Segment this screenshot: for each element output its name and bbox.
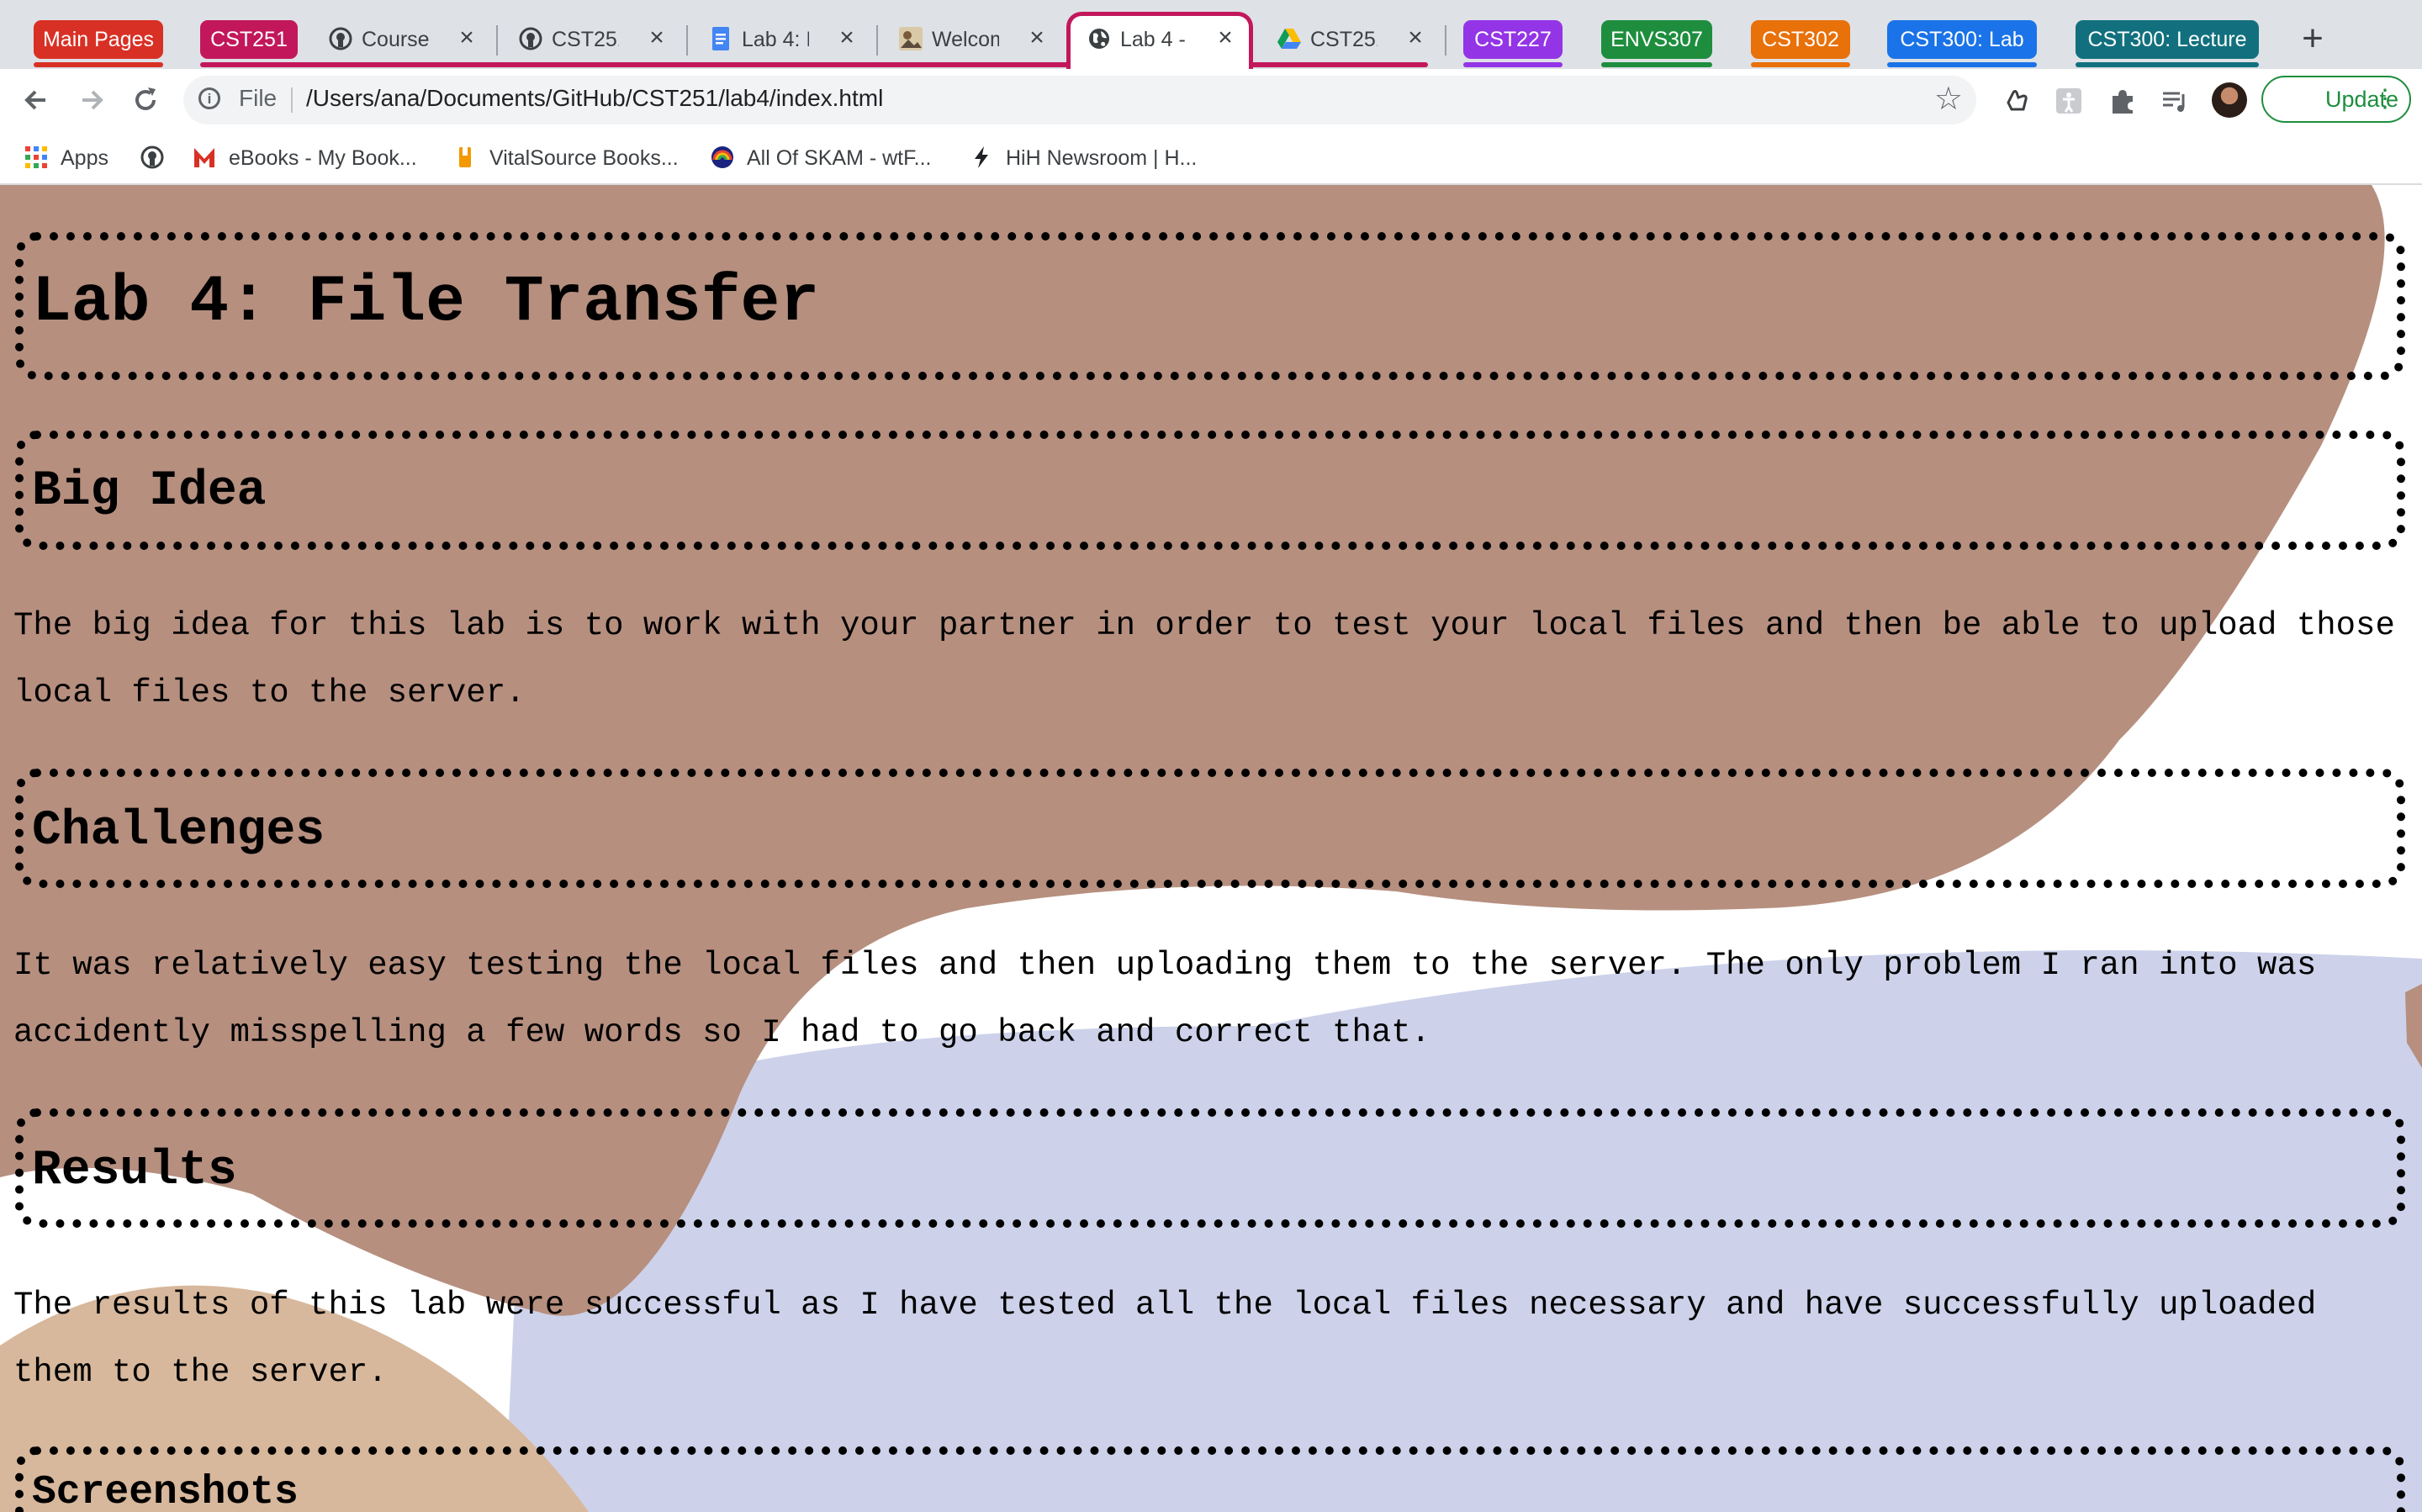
section-body-big-idea: The big idea for this lab is to work wit… [13,607,2395,711]
profile-avatar[interactable] [2212,82,2247,118]
bookmark-skam[interactable]: All Of SKAM - wtF... [710,143,931,173]
reload-button[interactable] [124,79,167,121]
apps-grid-icon [25,146,47,169]
tab-group-underline [1887,62,2037,67]
bookmark-label: VitalSource Books... [489,146,679,170]
tab-group-cst300-lab[interactable]: CST300: Lab [1887,20,2037,59]
globe-icon [1089,29,1109,49]
omnibox-divider [291,87,293,113]
forward-button[interactable] [71,79,113,121]
section-heading-screenshots: Screenshots [32,1470,299,1512]
tab-group-cst227[interactable]: CST227 [1463,20,1563,59]
forward-arrow-icon [82,90,103,110]
github-icon [140,145,164,169]
tab-group-underline [1601,62,1712,67]
bookmark-vitalsource[interactable]: VitalSource Books... [452,143,679,173]
tab-title: Lab 4: Fi [742,28,809,51]
image-favicon-icon [899,27,923,50]
bookmark-label: Apps [61,146,108,170]
tab-group-underline [34,62,163,67]
tab-title: CST251 [1310,28,1378,51]
tab-cst251-github[interactable]: CST251- × [498,12,685,69]
github-icon [519,27,542,50]
new-tab-button[interactable]: + [2292,19,2333,59]
tab-group-underline [1463,62,1563,67]
close-icon[interactable]: × [1401,24,1430,52]
section-heading-challenges: Challenges [32,804,325,859]
docs-icon [712,27,729,50]
tab-strip: Main Pages CST251 Course: C × CST251- × … [0,0,2422,71]
tab-group-underline [1751,62,1850,67]
github-icon [329,27,352,50]
tab-group-underline [2076,62,2259,67]
section-heading-box: Big Idea [15,431,2405,550]
bookmark-hih-newsroom[interactable]: HiH Newsroom | H... [969,143,1197,173]
bolt-icon [975,146,988,169]
reload-icon [135,87,156,110]
back-button[interactable] [15,79,57,121]
close-icon[interactable]: × [833,24,861,52]
close-icon[interactable]: × [1211,24,1240,52]
section-body-challenges: It was relatively easy testing the local… [13,947,2317,1051]
m-logo-icon [193,145,216,170]
back-arrow-icon [24,90,45,110]
extensions-puzzle-icon[interactable] [2107,86,2138,116]
drive-icon [1277,29,1301,49]
section-heading-box: Challenges [15,769,2405,888]
section-heading-box: Results [15,1108,2405,1228]
media-queue-icon[interactable] [2160,86,2190,116]
update-button[interactable]: Update ⋮ [2261,76,2411,123]
bookmarks-bar: Apps eBooks - My Book... VitalSource Boo… [0,131,2422,185]
tab-group-envs307[interactable]: ENVS307 [1601,20,1712,59]
more-menu-icon[interactable]: ⋮ [2372,77,2398,121]
bookmark-github[interactable] [140,143,177,173]
bookmark-icon [459,147,471,168]
info-icon[interactable]: i [198,87,220,109]
tab-title: CST251- [552,28,619,51]
url-text[interactable]: /Users/ana/Documents/GitHub/CST251/lab4/… [306,85,883,112]
page-viewport[interactable]: Lab 4: File Transfer Big Idea The big id… [0,185,2422,1512]
page-title: Lab 4: File Transfer [32,266,820,340]
section-heading-box: Screenshots [15,1446,2405,1512]
tab-group-cst302[interactable]: CST302 [1751,20,1850,59]
address-bar[interactable]: i File /Users/ana/Documents/GitHub/CST25… [183,76,1976,124]
scheme-label: File [239,85,278,111]
bookmark-label: eBooks - My Book... [229,146,417,170]
bookmark-star-icon[interactable]: ☆ [1934,82,1963,116]
tab-group-cst251[interactable]: CST251 [200,20,298,59]
tab-lab4-active[interactable]: Lab 4 - F × [1066,12,1253,71]
tab-course[interactable]: Course: C × [308,12,494,69]
tab-welcome[interactable]: Welcome × [878,12,1065,69]
browser-toolbar: i File /Users/ana/Documents/GitHub/CST25… [0,69,2422,131]
tab-lab4-doc[interactable]: Lab 4: Fi × [688,12,875,69]
section-body-results: The results of this lab were successful … [13,1287,2317,1391]
close-icon[interactable]: × [1023,24,1051,52]
tab-title: Lab 4 - F [1120,28,1187,51]
extension-hand-icon[interactable] [2002,86,2032,116]
tab-group-main-pages[interactable]: Main Pages [34,20,163,59]
extension-a11y-icon[interactable] [2054,86,2084,116]
close-icon[interactable]: × [643,24,671,52]
tab-title: Course: C [362,28,429,51]
section-heading-big-idea: Big Idea [32,464,267,519]
tab-separator [1445,25,1446,56]
bookmark-label: HiH Newsroom | H... [1006,146,1198,170]
section-heading-results: Results [32,1144,237,1198]
bookmark-apps[interactable]: Apps [24,143,108,173]
close-icon[interactable]: × [452,24,481,52]
bookmark-label: All Of SKAM - wtF... [747,146,932,170]
tab-group-cst300-lecture[interactable]: CST300: Lecture [2076,20,2259,59]
rainbow-icon [711,146,733,169]
bookmark-ebooks[interactable]: eBooks - My Book... [192,143,417,173]
tab-cst251-drive[interactable]: CST251 × [1256,12,1443,69]
tab-title: Welcome [932,28,999,51]
title-box: Lab 4: File Transfer [15,232,2405,380]
